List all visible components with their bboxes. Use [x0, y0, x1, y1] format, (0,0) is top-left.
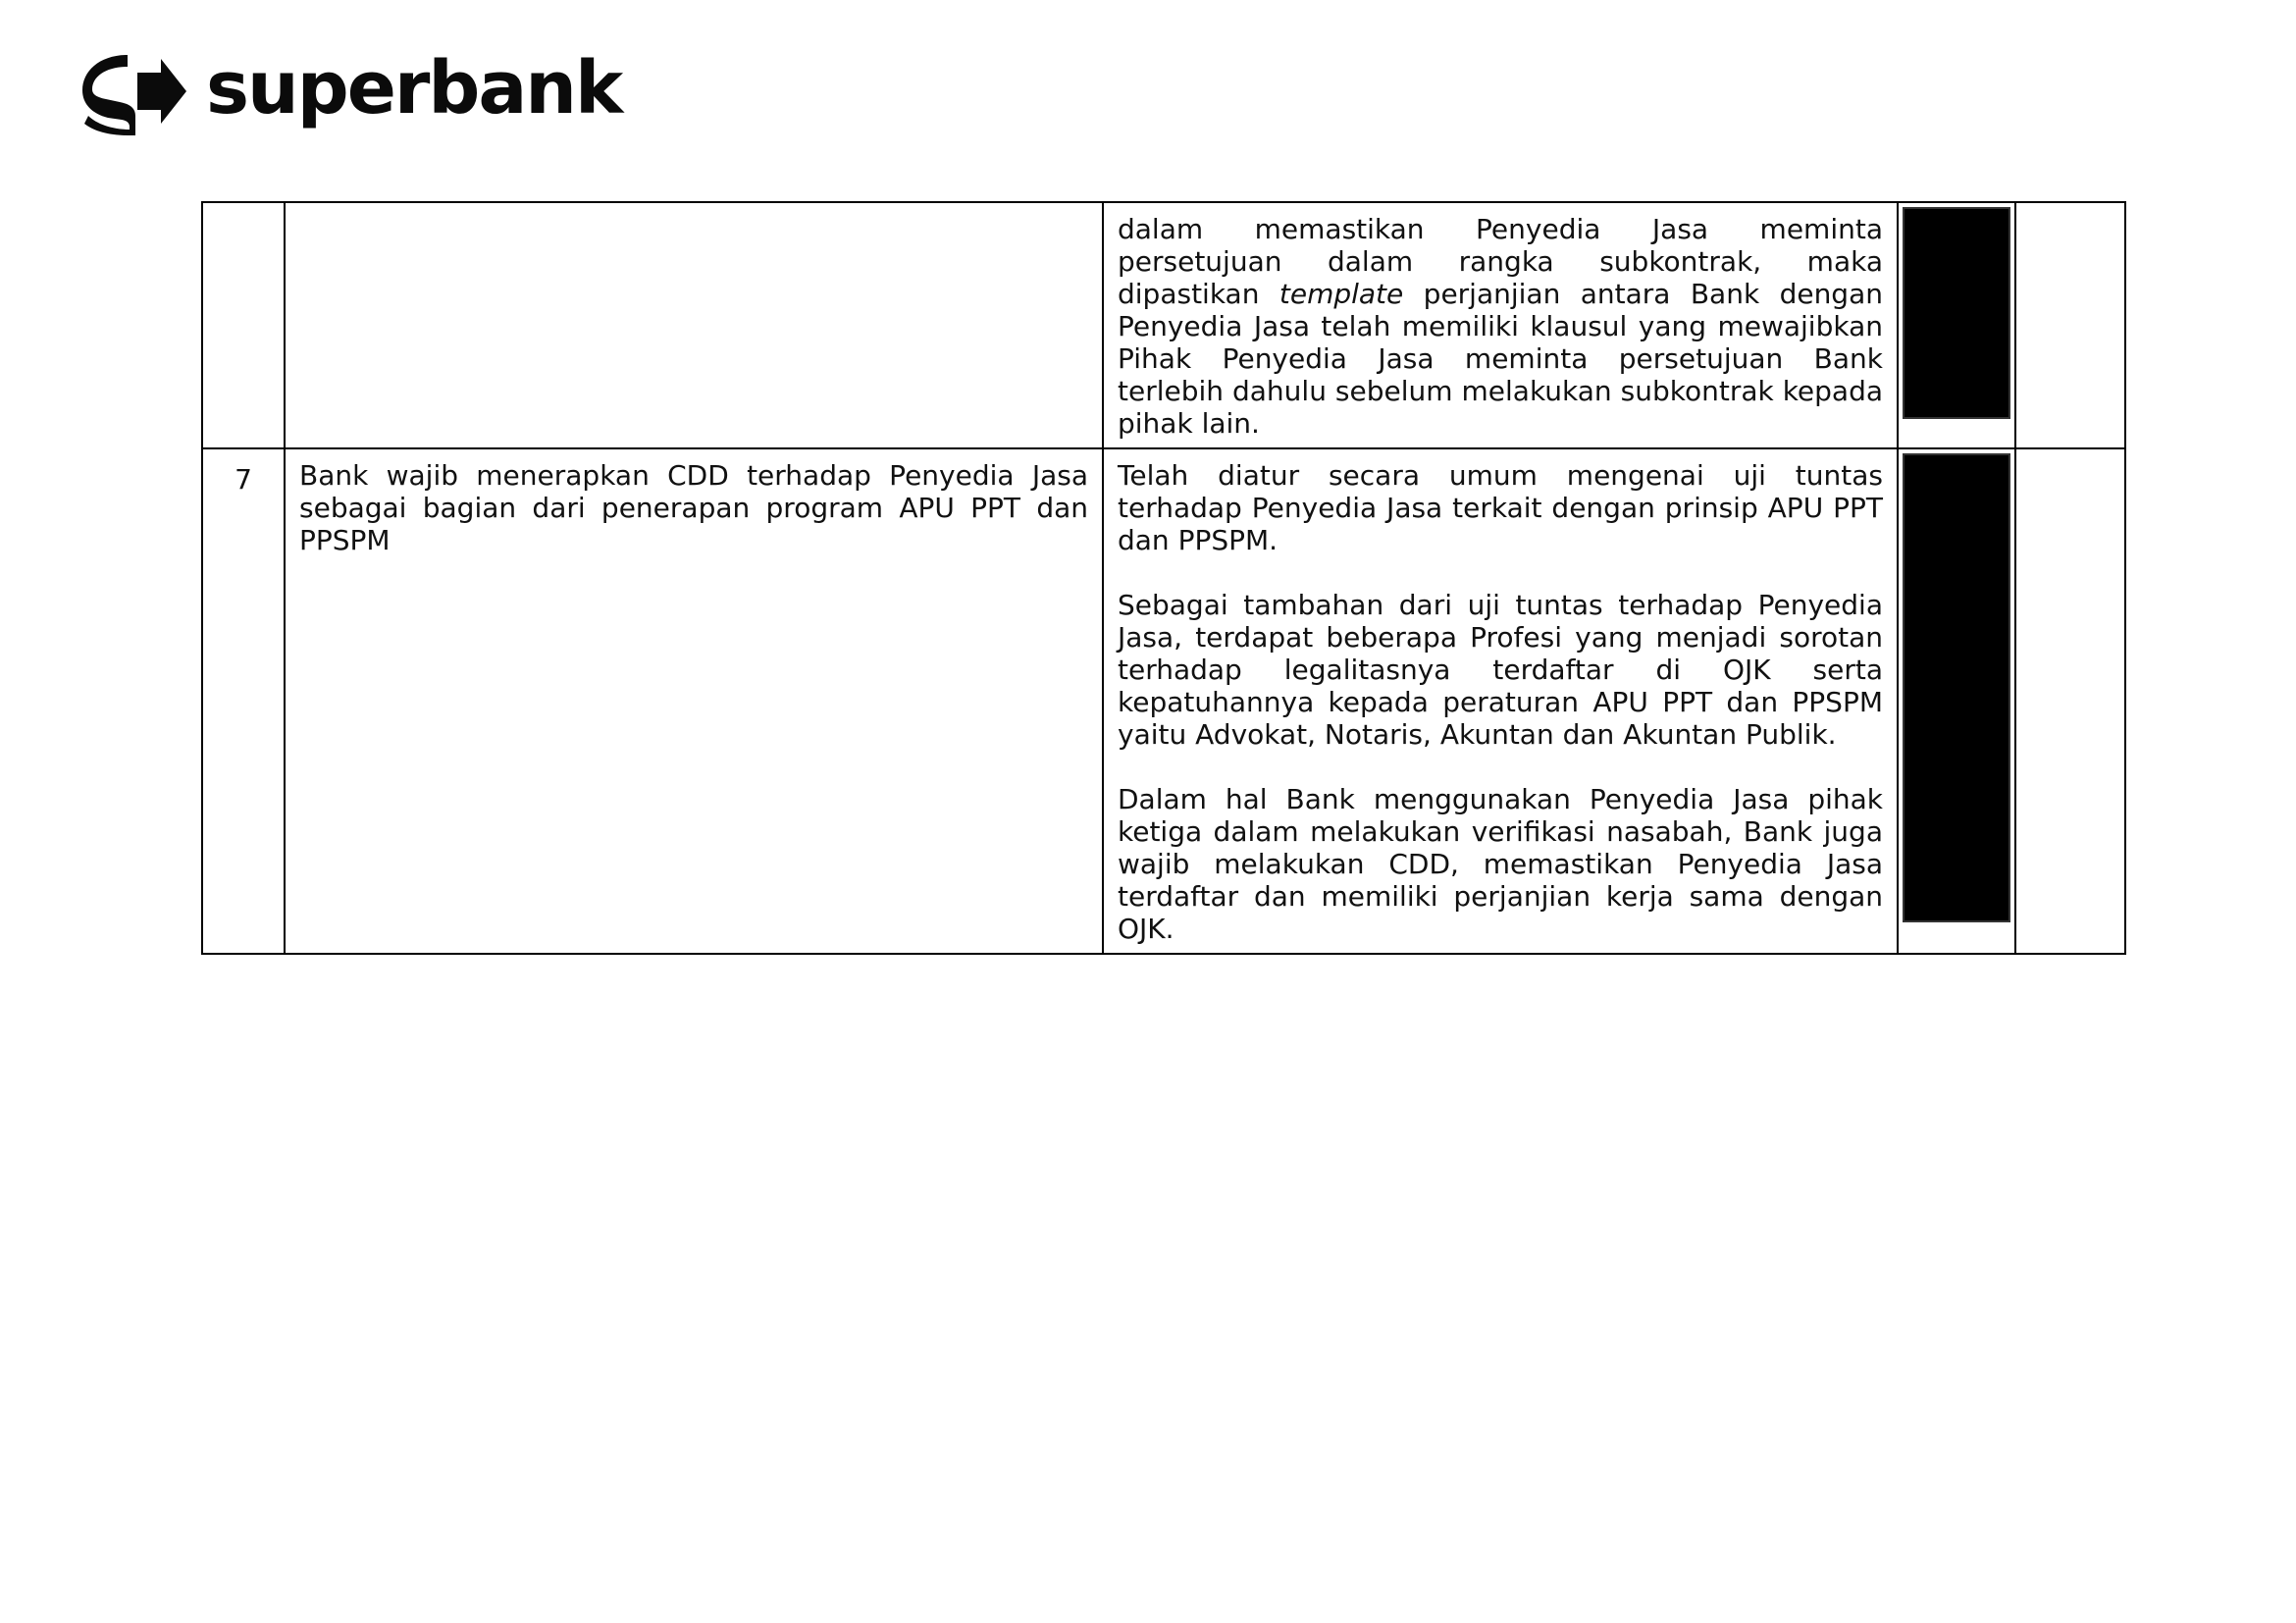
response-cell: dalam memastikan Penyedia Jasa meminta p… — [1102, 201, 1899, 449]
table-row: 7 Bank wajib menerapkan CDD terhadap Peny… — [201, 447, 2126, 955]
response-paragraph: Sebagai tambahan dari uji tuntas terhada… — [1118, 589, 1883, 751]
row-number: 7 — [235, 463, 252, 496]
empty-cell — [2014, 201, 2126, 449]
requirement-text: Bank wajib menerapkan CDD terhadap Penye… — [299, 459, 1088, 556]
empty-cell — [2014, 447, 2126, 955]
table-row: dalam memastikan Penyedia Jasa meminta p… — [201, 201, 2126, 449]
redacted-cell — [1897, 201, 2016, 449]
row-number-cell: 7 — [201, 447, 286, 955]
requirement-cell: Bank wajib menerapkan CDD terhadap Penye… — [284, 447, 1104, 955]
row-number — [203, 203, 284, 225]
brand-name: superbank — [206, 46, 623, 131]
superbank-logo: superbank — [78, 46, 623, 135]
response-paragraph: Dalam hal Bank menggunakan Penyedia Jasa… — [1118, 783, 1883, 945]
response-paragraph: Telah diatur secara umum mengenai uji tu… — [1118, 459, 1883, 556]
row-number-cell — [201, 201, 286, 449]
redacted-cell — [1897, 447, 2016, 955]
response-cell: Telah diatur secara umum mengenai uji tu… — [1102, 447, 1899, 955]
redaction-block — [1903, 207, 2010, 419]
compliance-table: dalam memastikan Penyedia Jasa meminta p… — [201, 201, 2126, 955]
requirement-cell — [284, 201, 1104, 449]
response-paragraph: dalam memastikan Penyedia Jasa meminta p… — [1118, 213, 1883, 440]
italic-term: template — [1278, 278, 1404, 310]
redaction-block — [1903, 453, 2010, 922]
superbank-s-arrow-icon — [82, 55, 186, 135]
